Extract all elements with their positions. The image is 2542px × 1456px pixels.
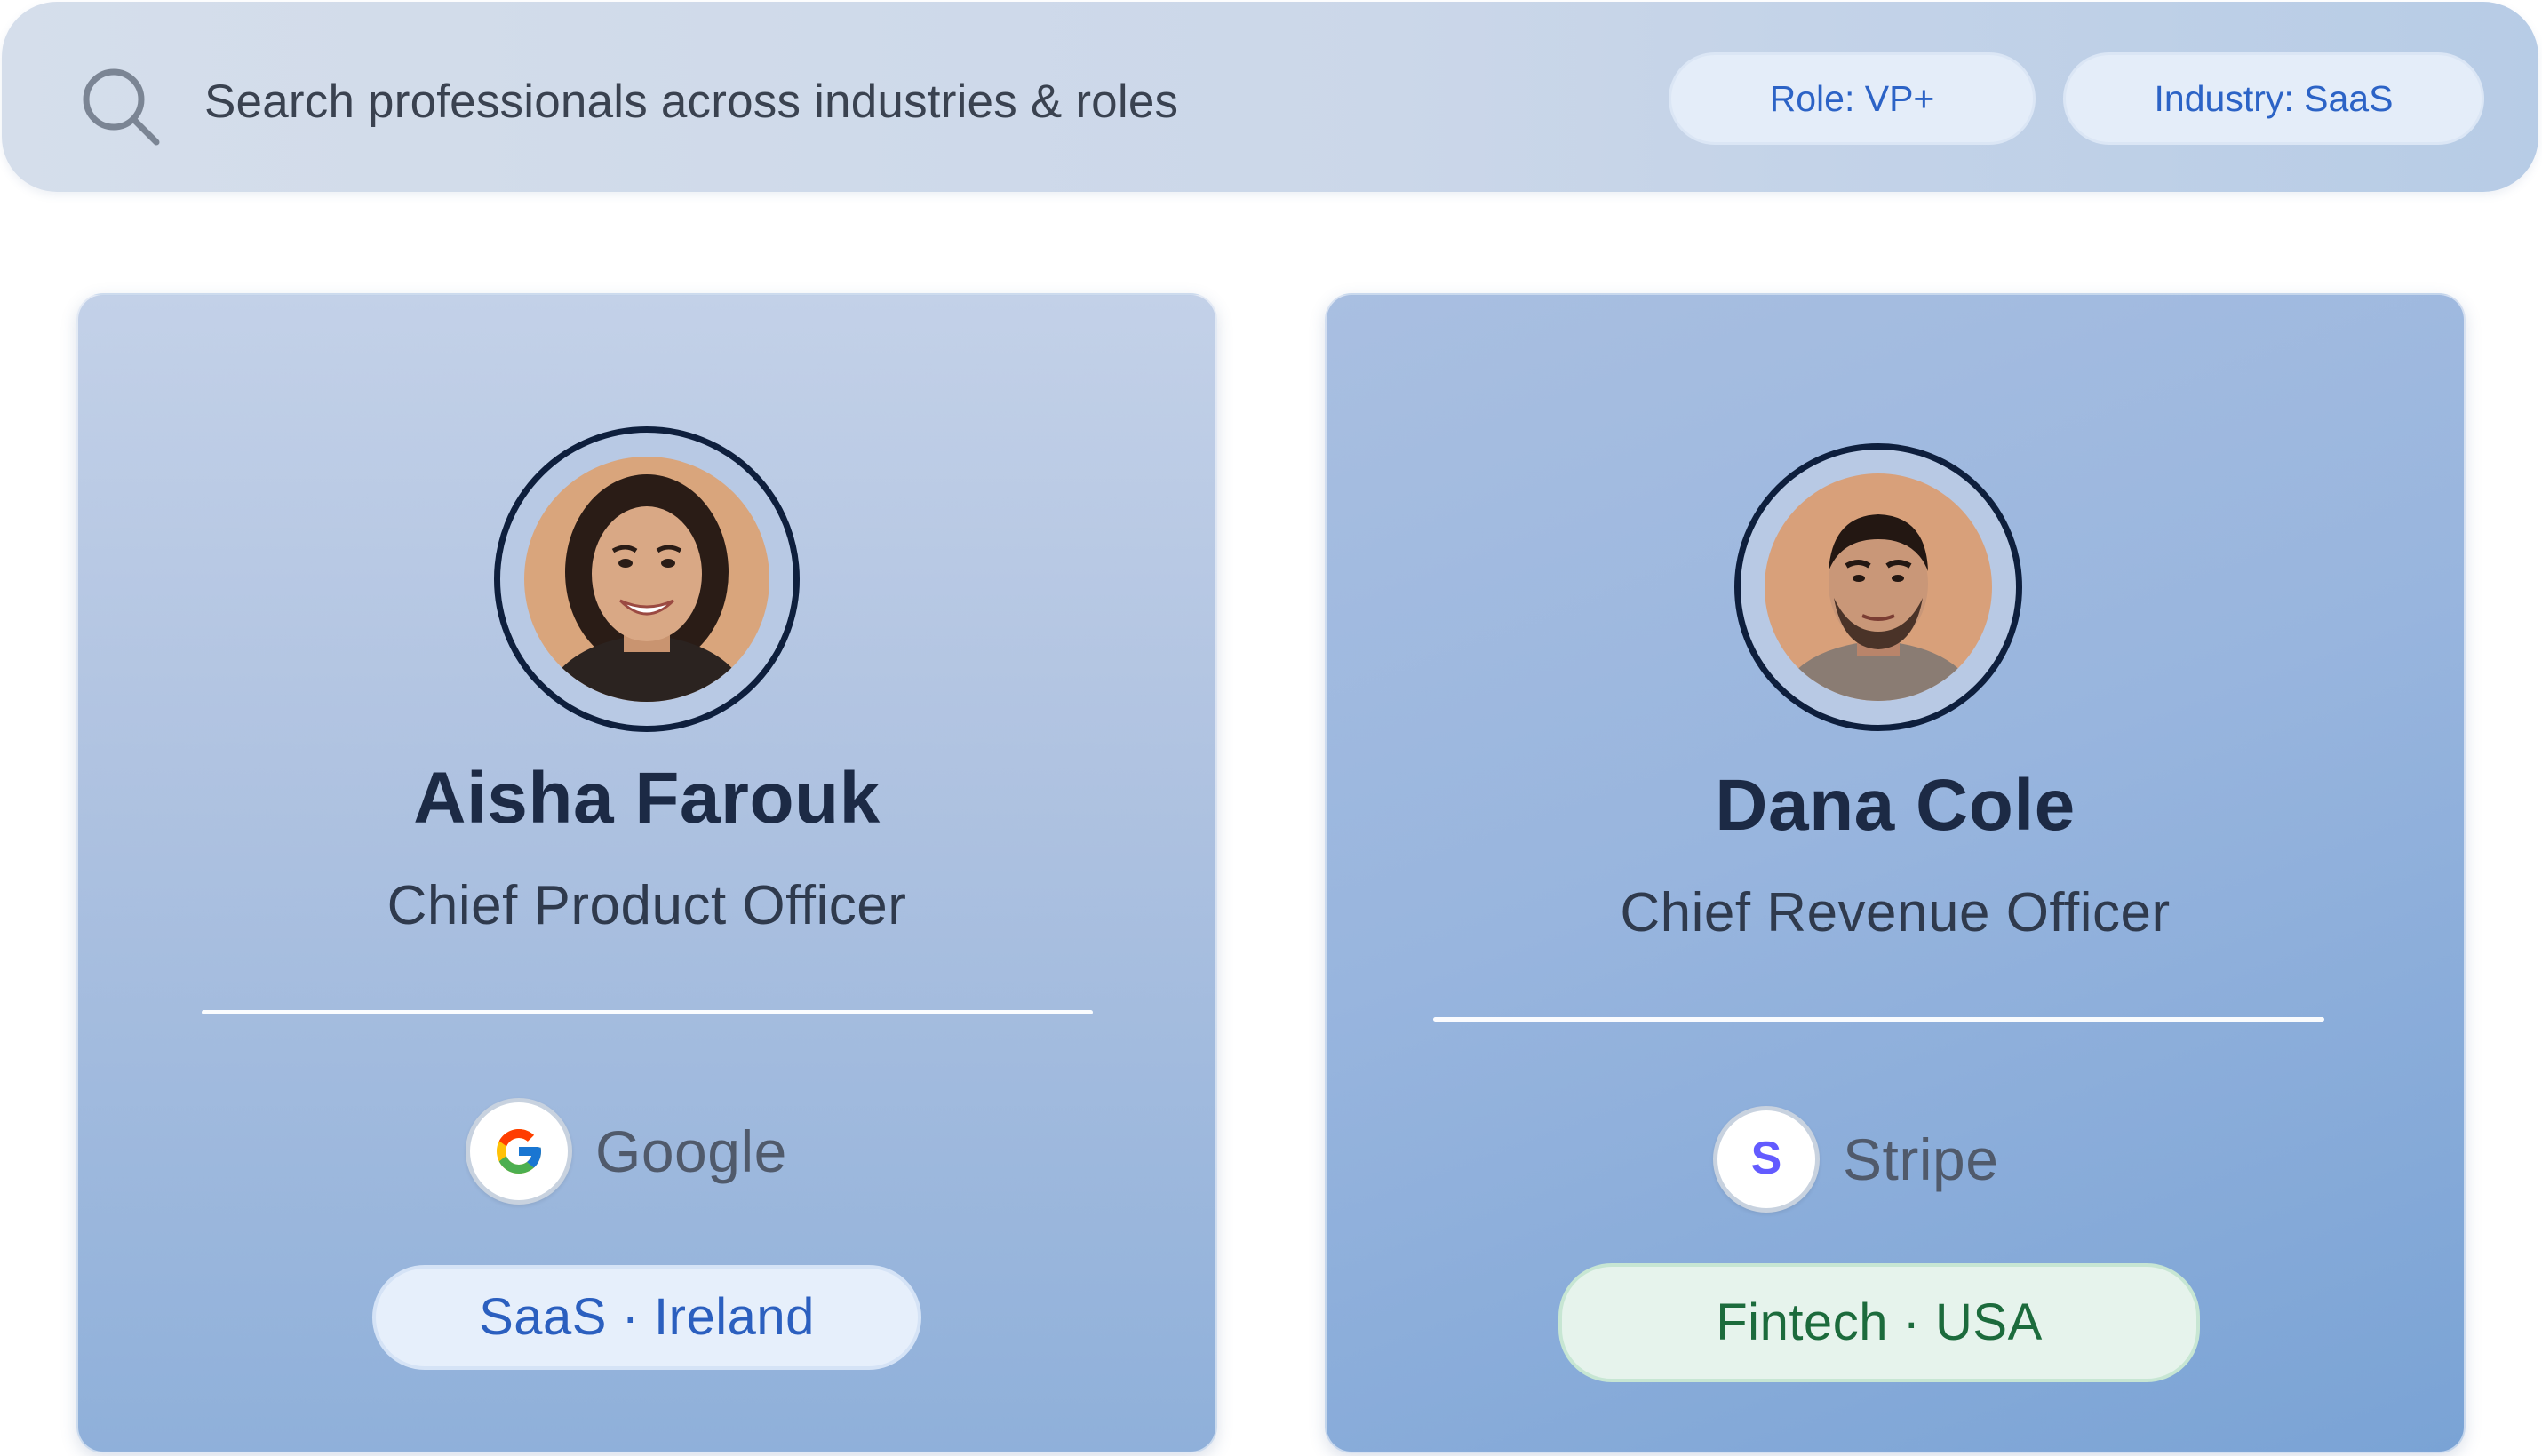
profile-name: Dana Cole	[1715, 765, 2076, 846]
company: S Stripe	[1713, 1106, 1998, 1213]
filter-chip-industry[interactable]: Industry: SaaS	[2063, 52, 2484, 145]
svg-text:S: S	[1751, 1133, 1782, 1184]
profile-card[interactable]: Aisha Farouk Chief Product Officer Googl…	[76, 293, 1217, 1453]
profile-title: Chief Revenue Officer	[1620, 882, 2171, 943]
industry-location-tag: Fintech · USA	[1558, 1263, 2200, 1382]
profile-search-view: Search professionals across industries &…	[0, 0, 2542, 1456]
search-bar[interactable]: Search professionals across industries &…	[2, 2, 2538, 192]
search-input[interactable]: Search professionals across industries &…	[204, 71, 1178, 133]
google-logo-icon	[466, 1098, 572, 1205]
profile-name: Aisha Farouk	[413, 758, 881, 839]
industry-location-tag: SaaS · Ireland	[372, 1265, 921, 1370]
divider	[202, 1010, 1093, 1014]
divider	[1433, 1017, 2324, 1022]
avatar-photo	[524, 457, 769, 702]
profile-card[interactable]: Dana Cole Chief Revenue Officer S Stripe…	[1325, 293, 2466, 1453]
company: Google	[466, 1098, 787, 1205]
avatar-photo	[1765, 473, 1992, 701]
stripe-logo-icon: S	[1713, 1106, 1820, 1213]
company-name: Stripe	[1843, 1126, 1999, 1192]
profile-title: Chief Product Officer	[386, 875, 907, 936]
search-icon	[83, 68, 160, 146]
filter-chip-role[interactable]: Role: VP+	[1669, 52, 2036, 145]
company-name: Google	[595, 1118, 787, 1184]
